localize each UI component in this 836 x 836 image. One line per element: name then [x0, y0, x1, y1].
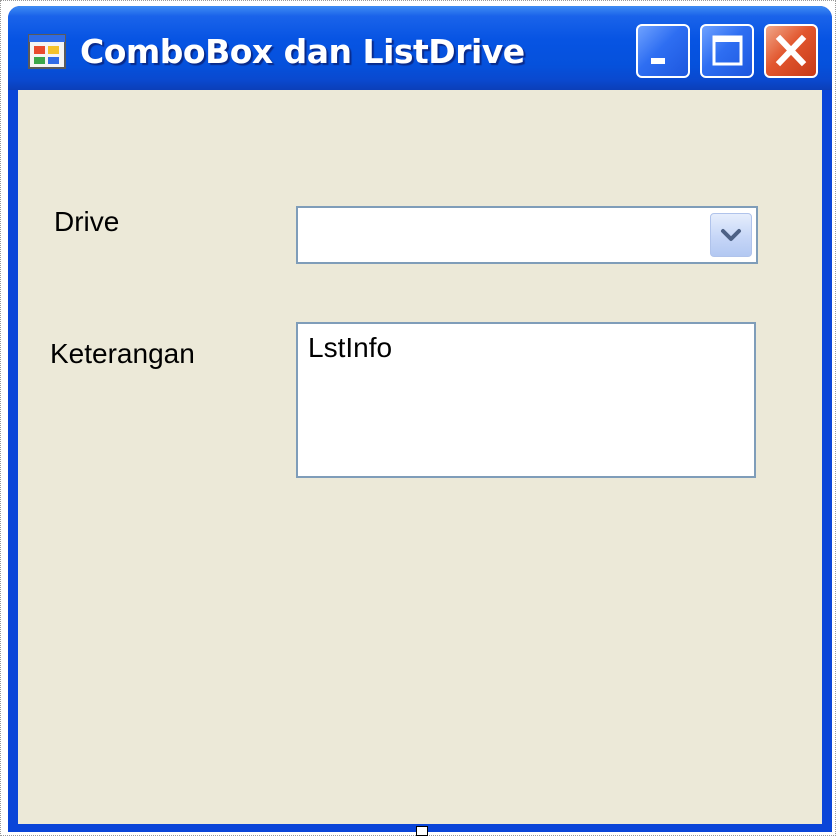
title-bar[interactable]: ComboBox dan ListDrive: [8, 6, 832, 90]
minimize-icon: [651, 58, 665, 64]
app-window: ComboBox dan ListDrive Drive Keterangan …: [8, 6, 832, 832]
window-title: ComboBox dan ListDrive: [80, 32, 525, 71]
list-item[interactable]: LstInfo: [308, 332, 392, 364]
drive-label: Drive: [54, 206, 120, 237]
resize-handle[interactable]: [416, 826, 428, 836]
drive-combobox[interactable]: [296, 206, 758, 264]
maximize-button[interactable]: [700, 24, 754, 78]
combobox-dropdown-button[interactable]: [710, 213, 752, 257]
info-listbox[interactable]: LstInfo: [296, 322, 756, 478]
chevron-down-icon: [721, 229, 741, 241]
minimize-button[interactable]: [636, 24, 690, 78]
form-icon: [28, 34, 66, 69]
keterangan-label: Keterangan: [50, 338, 195, 369]
close-icon: [775, 34, 807, 67]
close-button[interactable]: [764, 24, 818, 78]
form-client-area: Drive Keterangan LstInfo: [18, 90, 822, 824]
maximize-icon: [712, 35, 743, 66]
